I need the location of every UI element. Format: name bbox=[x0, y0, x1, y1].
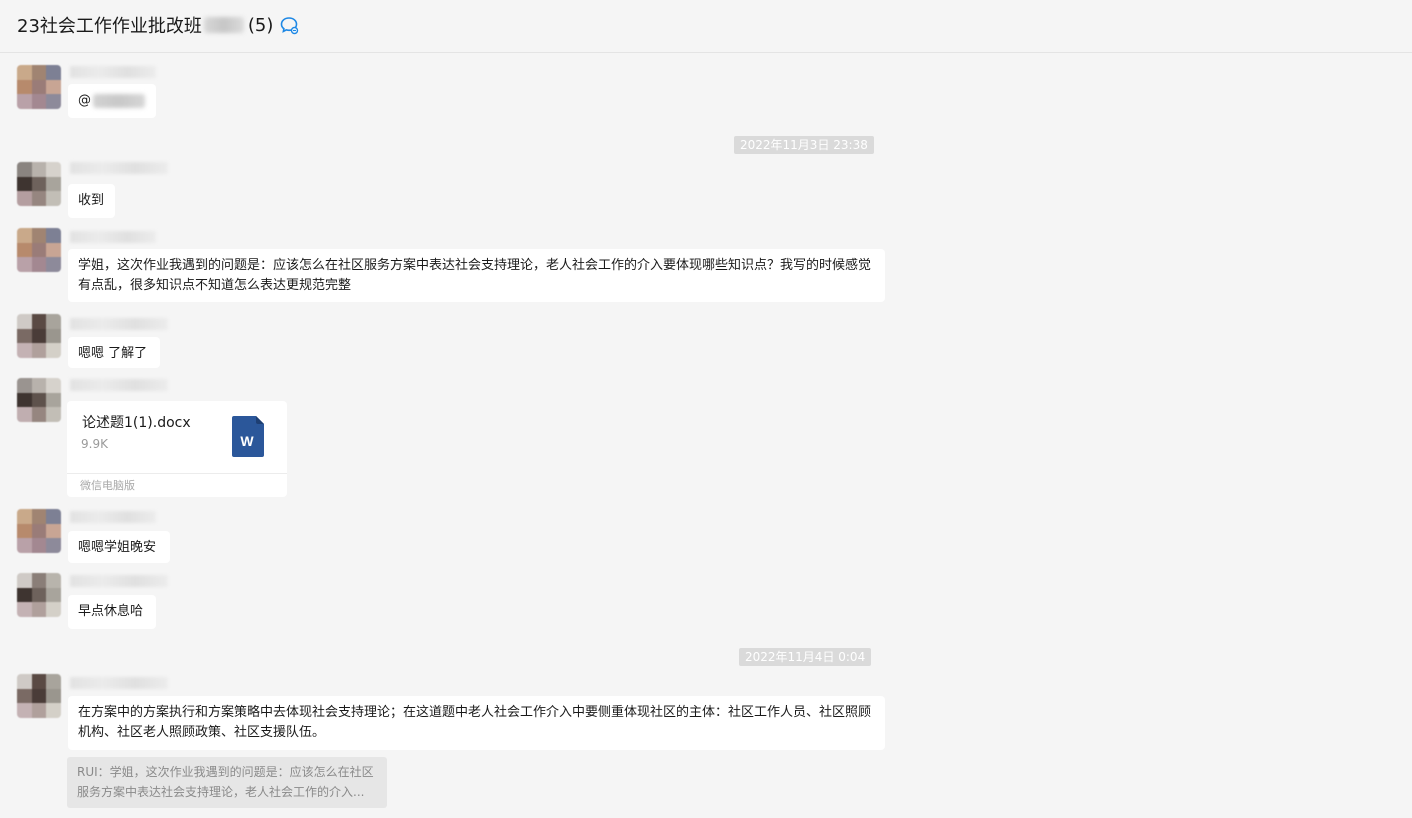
avatar[interactable] bbox=[17, 228, 61, 272]
group-name: 23社会工作作业批改班 bbox=[17, 16, 202, 37]
sender-name-redacted bbox=[70, 677, 168, 689]
quoted-message-text: RUI：学姐，这次作业我遇到的问题是：应该怎么在社区服务方案中表达社会支持理论，… bbox=[77, 765, 374, 799]
file-size: 9.9K bbox=[81, 437, 108, 451]
quoted-message[interactable]: RUI：学姐，这次作业我遇到的问题是：应该怎么在社区服务方案中表达社会支持理论，… bbox=[67, 757, 387, 808]
word-letter: W bbox=[240, 433, 254, 449]
avatar[interactable] bbox=[17, 162, 61, 206]
avatar[interactable] bbox=[17, 674, 61, 718]
divider bbox=[67, 473, 287, 474]
message-text: 在方案中的方案执行和方案策略中去体现社会支持理论；在这道题中老人社会工作介入中要… bbox=[78, 705, 872, 740]
avatar[interactable] bbox=[17, 378, 61, 422]
message-bubble[interactable]: 收到 bbox=[68, 184, 115, 218]
word-document-icon: W bbox=[232, 416, 264, 457]
message-text: 嗯嗯学姐晚安 bbox=[78, 540, 157, 555]
timestamp: 2022年11月4日 0:04 bbox=[739, 648, 872, 666]
message-bubble[interactable]: 早点休息哈 bbox=[68, 595, 156, 629]
message-bubble[interactable]: 嗯嗯学姐晚安 bbox=[68, 531, 170, 563]
sender-name-redacted bbox=[70, 318, 168, 330]
file-message-card[interactable]: 论述题1(1).docx 9.9K W 微信电脑版 bbox=[67, 401, 287, 497]
message-text: 收到 bbox=[78, 193, 105, 208]
chat-header: 23社会工作作业批改班 (5) bbox=[0, 0, 1412, 53]
chat-bubble-icon[interactable] bbox=[279, 15, 299, 35]
timestamp: 2022年11月3日 23:38 bbox=[734, 136, 874, 154]
mention-redacted bbox=[93, 93, 145, 108]
avatar[interactable] bbox=[17, 314, 61, 358]
sender-name-redacted bbox=[70, 379, 168, 391]
sender-name-redacted bbox=[70, 511, 156, 523]
avatar[interactable] bbox=[17, 509, 61, 553]
message-text: 学姐，这次作业我遇到的问题是：应该怎么在社区服务方案中表达社会支持理论，老人社会… bbox=[78, 258, 872, 293]
message-text: 嗯嗯 了解了 bbox=[78, 346, 148, 361]
sender-name-redacted bbox=[70, 575, 168, 587]
member-count: (5) bbox=[247, 14, 274, 36]
sender-name-redacted bbox=[70, 162, 168, 174]
message-text: @ bbox=[78, 93, 91, 108]
chat-title[interactable]: 23社会工作作业批改班 (5) bbox=[17, 12, 299, 38]
message-bubble[interactable]: 嗯嗯 了解了 bbox=[68, 337, 160, 368]
avatar[interactable] bbox=[17, 65, 61, 109]
message-text: 早点休息哈 bbox=[78, 604, 144, 619]
message-bubble[interactable]: 学姐，这次作业我遇到的问题是：应该怎么在社区服务方案中表达社会支持理论，老人社会… bbox=[68, 249, 885, 302]
sender-name-redacted bbox=[70, 231, 156, 243]
message-bubble[interactable]: @ bbox=[68, 84, 156, 118]
redacted-name bbox=[203, 17, 244, 33]
message-bubble[interactable]: 在方案中的方案执行和方案策略中去体现社会支持理论；在这道题中老人社会工作介入中要… bbox=[68, 696, 885, 750]
file-name: 论述题1(1).docx bbox=[82, 415, 191, 431]
file-source-label: 微信电脑版 bbox=[80, 479, 135, 492]
avatar[interactable] bbox=[17, 573, 61, 617]
sender-name-redacted bbox=[70, 66, 156, 78]
